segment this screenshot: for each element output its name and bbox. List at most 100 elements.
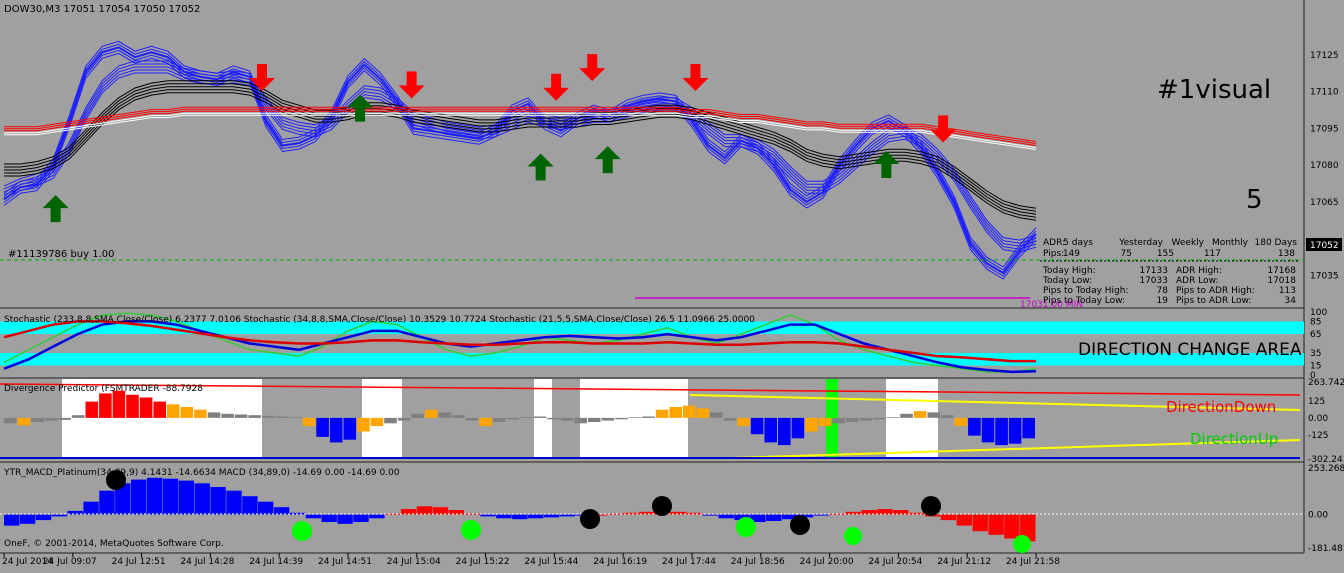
divergence-bar xyxy=(737,417,750,427)
macd-bar xyxy=(131,479,147,515)
divergence-bar xyxy=(4,417,17,424)
adr-r0-l1: Today High: xyxy=(1042,266,1096,276)
price-tick-label: 17065 xyxy=(1310,198,1339,208)
stoch-title: Stochastic (233,8,8,SMA,Close/Close) 6.2… xyxy=(4,315,755,325)
adr-r2-l1: Pips to Today High: xyxy=(1043,286,1129,296)
divergence-bar xyxy=(99,393,112,418)
divergence-bar xyxy=(968,417,981,436)
adr-r1-v2: 17018 xyxy=(1267,276,1296,286)
macd-bar xyxy=(258,501,274,515)
price-tick-label: 17095 xyxy=(1310,124,1339,134)
divergence-bar xyxy=(289,417,302,418)
macd-bar xyxy=(178,480,194,515)
divergence-bar xyxy=(248,415,261,418)
adr-h3: Weekly xyxy=(1172,238,1205,248)
divergence-bar xyxy=(845,417,859,422)
macd-dot-green xyxy=(292,521,312,541)
divergence-bar xyxy=(492,417,506,422)
macd-bar xyxy=(4,514,20,526)
current-price: 17052 xyxy=(1310,241,1339,251)
price-tick-label: 17110 xyxy=(1310,88,1339,98)
divergence-bar xyxy=(547,417,560,420)
chart-canvas[interactable]: 1712517110170951708017065170351008565351… xyxy=(0,0,1344,569)
macd-bar xyxy=(226,490,242,515)
time-tick-label: 24 Jul 12:51 xyxy=(112,557,166,567)
divergence-bar xyxy=(601,417,615,421)
divergence-tick-label: -125 xyxy=(1308,431,1328,441)
order-label[interactable]: #11139786 buy 1.00 xyxy=(8,249,115,260)
time-tick-label: 24 Jul 20:00 xyxy=(800,557,854,567)
adr-p0: Pips: xyxy=(1043,249,1064,259)
adr-r0-l2: ADR High: xyxy=(1176,266,1222,276)
adr-r1-v1: 17033 xyxy=(1139,276,1168,286)
price-tick-label: 17125 xyxy=(1310,51,1339,61)
divergence-tick-label: 263.7423 xyxy=(1308,378,1344,388)
divergence-bar xyxy=(207,412,221,418)
macd-dot-green xyxy=(461,520,481,540)
divergence-bar xyxy=(153,401,166,418)
adr-h4: Monthly xyxy=(1212,238,1249,248)
divergence-bar xyxy=(954,417,968,427)
time-tick-label: 24 Jul 15:22 xyxy=(456,557,510,567)
time-tick-label: 24 Jul 18:56 xyxy=(731,557,785,567)
divergence-bar xyxy=(995,417,1008,446)
divergence-bar xyxy=(139,397,153,418)
divergence-bar xyxy=(1022,417,1035,439)
divergence-bar xyxy=(791,417,805,439)
macd-dot-green xyxy=(1013,535,1031,553)
divergence-bar xyxy=(710,412,723,418)
divergence-bar xyxy=(221,413,234,418)
divergence-tick-label: 0.00 xyxy=(1308,414,1328,424)
macd-bar xyxy=(480,514,496,517)
macd-tick-label: -181.481 xyxy=(1308,544,1344,554)
macd-bar xyxy=(718,514,734,519)
time-tick-label: 24 Jul 09:07 xyxy=(43,557,97,567)
divergence-bar xyxy=(750,417,764,435)
stoch-tick-label: 35 xyxy=(1310,349,1321,359)
divergence-tick-label: 125 xyxy=(1308,397,1325,407)
macd-bar xyxy=(194,483,210,515)
time-tick-label: 24 Jul 15:44 xyxy=(524,557,578,567)
time-tick-label: 24 Jul 14:39 xyxy=(249,557,303,567)
macd-bar xyxy=(988,514,1004,535)
divergence-bar xyxy=(465,417,479,421)
macd-dot-black xyxy=(580,509,600,529)
divergence-bar xyxy=(17,417,31,426)
divergence-bar xyxy=(194,409,207,418)
divergence-bar xyxy=(696,408,710,418)
time-tick-label: 24 Jul 14:28 xyxy=(180,557,234,567)
direction-up-label: DirectionUp xyxy=(1190,430,1278,448)
time-tick-label: 24 Jul 16:19 xyxy=(593,557,647,567)
macd-tick-label: 0.00 xyxy=(1308,511,1328,521)
divergence-bar xyxy=(900,413,913,418)
divergence-bar xyxy=(85,401,99,418)
divergence-bar xyxy=(655,409,669,418)
stoch-tick-label: 85 xyxy=(1310,317,1321,327)
divergence-bar xyxy=(805,417,818,432)
macd-bar xyxy=(51,514,67,517)
divergence-bar xyxy=(275,416,289,418)
macd-bar xyxy=(972,514,988,532)
divergence-bar xyxy=(71,415,85,418)
divergence-bar xyxy=(940,415,954,418)
time-tick-label: 24 Jul 21:58 xyxy=(1006,557,1060,567)
visual-tag: #1visual xyxy=(1157,75,1271,105)
macd-bar xyxy=(813,514,830,516)
macd-bar xyxy=(702,514,718,516)
time-tick-label: 24 Jul 20:54 xyxy=(868,557,922,567)
divergence-bar xyxy=(723,417,737,421)
direction-down-label: DirectionDown xyxy=(1166,398,1276,416)
divergence-bar xyxy=(520,417,533,418)
divergence-bar xyxy=(628,417,642,418)
macd-bar xyxy=(19,514,36,524)
copyright: OneF, © 2001-2014, MetaQuotes Software C… xyxy=(4,539,224,549)
macd-bar xyxy=(353,514,369,522)
macd-bar xyxy=(273,507,290,515)
divergence-bar xyxy=(180,407,194,418)
adr-p4: 117 xyxy=(1204,249,1221,259)
macd-dot-black xyxy=(921,496,941,516)
macd-bar xyxy=(766,514,782,521)
time-tick-label: 24 Jul 17:44 xyxy=(662,557,716,567)
macd-bar xyxy=(527,514,544,519)
divergence-bar xyxy=(506,417,519,420)
